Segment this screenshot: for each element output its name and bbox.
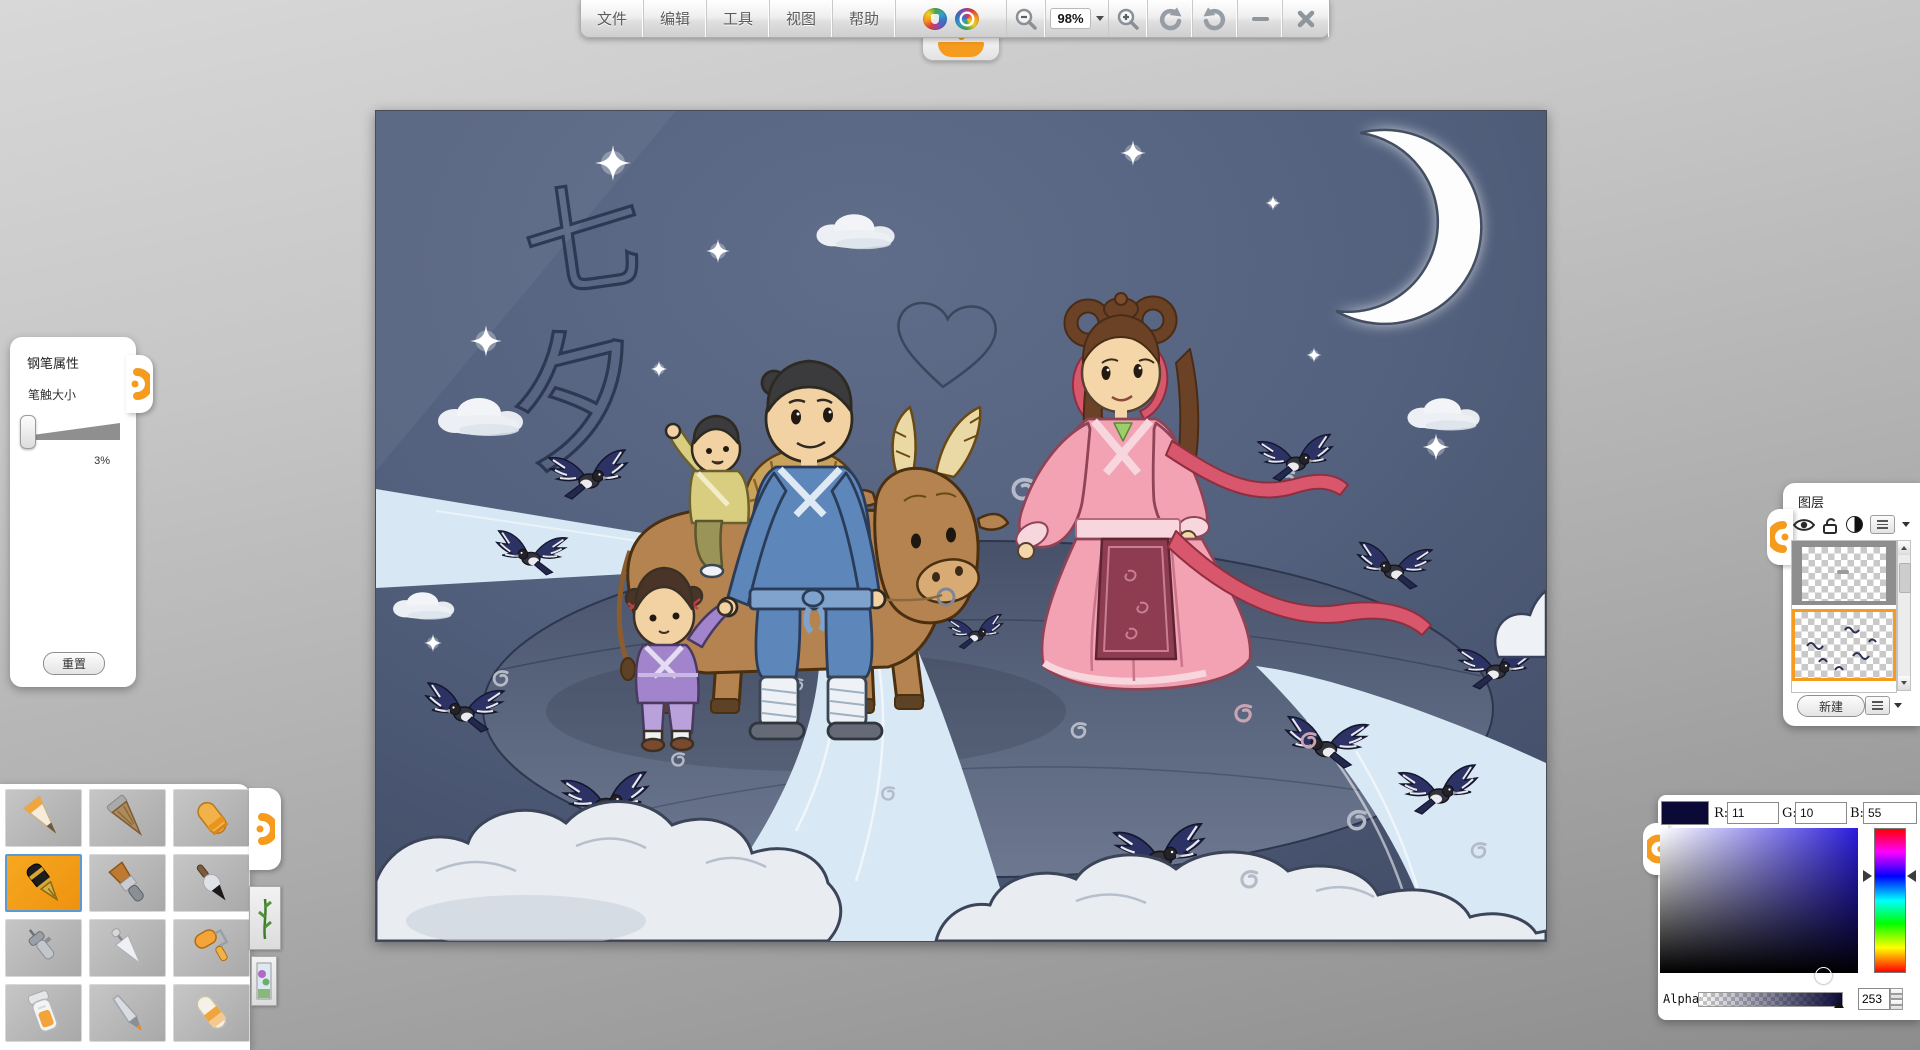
hue-marker-left-icon[interactable] (1863, 870, 1872, 882)
qixi-illustration: 七 夕 (376, 111, 1546, 941)
menu-tools[interactable]: 工具 (707, 0, 770, 37)
new-layer-button[interactable]: 新建 (1797, 695, 1865, 717)
tool-crayon[interactable] (173, 789, 250, 847)
orange-c-handle-icon (255, 812, 275, 846)
app-logo-right-icon (955, 8, 979, 30)
minimize-button[interactable] (1238, 0, 1283, 37)
alpha-spinner (1858, 988, 1904, 1010)
red-input[interactable] (1727, 802, 1779, 824)
layer-list-menu-button[interactable] (1865, 696, 1890, 715)
picture-stamp-button[interactable] (251, 956, 277, 1006)
zoom-dropdown-caret-icon[interactable] (1096, 16, 1104, 21)
menu-file[interactable]: 文件 (581, 0, 644, 37)
layer-item-magpies-selected[interactable] (1792, 609, 1896, 681)
app-logo (896, 0, 1007, 37)
bamboo-icon (256, 893, 274, 943)
bamboo-stamp-button[interactable] (249, 886, 281, 950)
layer-list-menu-caret-icon[interactable] (1894, 703, 1902, 708)
color-picker-panel: R: G: B: Alpha (1658, 795, 1920, 1020)
tool-liner-pen[interactable] (89, 984, 166, 1042)
layers-panel: 图层 新建 (1783, 483, 1920, 726)
pen-panel-title: 钢笔属性 (10, 337, 136, 372)
zoom-level-display[interactable]: 98% (1046, 0, 1109, 37)
brush-size-value: 3% (10, 455, 110, 467)
tool-fountain-pen[interactable] (5, 854, 82, 912)
unlock-padlock-icon[interactable] (1822, 516, 1839, 534)
tool-flat-brush[interactable] (89, 854, 166, 912)
zoom-out-button[interactable] (1007, 0, 1046, 37)
orange-c-handle-icon (130, 368, 150, 400)
scroll-up-button[interactable] (1898, 541, 1910, 555)
layer-list (1791, 540, 1897, 693)
layer-menu-button[interactable] (1870, 515, 1895, 534)
hue-slider[interactable] (1874, 828, 1906, 973)
sketch-char-qi: 七 (514, 166, 652, 320)
close-button[interactable] (1283, 0, 1329, 37)
close-icon (1296, 9, 1316, 29)
undo-button[interactable] (1148, 0, 1193, 37)
brush-size-label: 笔触大小 (10, 372, 136, 403)
layer-scrollbar[interactable] (1897, 540, 1911, 691)
tool-palette (0, 784, 250, 1050)
top-toolbar: 文件 编辑 工具 视图 帮助 98% (580, 0, 1330, 38)
drawing-canvas[interactable]: 七 夕 (375, 110, 1547, 942)
tool-grid (5, 789, 250, 1042)
slider-thumb[interactable] (20, 415, 36, 449)
undo-arrow-icon (1157, 7, 1183, 31)
tool-pencil[interactable] (5, 789, 82, 847)
alpha-increase-button[interactable] (1890, 988, 1903, 999)
alpha-marker-icon[interactable] (1834, 1001, 1844, 1008)
scroll-down-button[interactable] (1898, 676, 1910, 690)
redo-arrow-icon (1202, 7, 1228, 31)
opacity-blend-icon[interactable] (1846, 516, 1863, 533)
tool-palette-knife[interactable] (89, 919, 166, 977)
tool-paint-roller[interactable] (173, 919, 250, 977)
visibility-eye-icon[interactable] (1793, 517, 1815, 533)
reset-button[interactable]: 重置 (43, 652, 105, 675)
brush-size-slider[interactable] (20, 415, 126, 449)
logo-mouth-tab (922, 36, 1000, 61)
alpha-decrease-button[interactable] (1890, 999, 1903, 1010)
zoom-level-value: 98% (1050, 8, 1090, 29)
zoom-in-magnifier-icon (1115, 6, 1141, 32)
blue-label: B: (1850, 806, 1864, 821)
scroll-thumb[interactable] (1899, 563, 1911, 593)
layers-panel-title: 图层 (1783, 483, 1920, 511)
alpha-value-input[interactable] (1858, 988, 1890, 1010)
slider-track[interactable] (28, 423, 120, 440)
alpha-label: Alpha (1663, 992, 1699, 1006)
tool-wood-pencil[interactable] (89, 789, 166, 847)
pen-panel-collapse-handle[interactable] (126, 355, 153, 413)
layer-item-sketch-frame[interactable] (1792, 541, 1896, 605)
tool-ink-brush[interactable] (173, 854, 250, 912)
alpha-slider[interactable] (1698, 992, 1843, 1007)
tool-paint-jar[interactable] (5, 984, 82, 1042)
zoom-in-button[interactable] (1109, 0, 1148, 37)
menu-edit[interactable]: 编辑 (644, 0, 707, 37)
blue-input[interactable] (1863, 802, 1917, 824)
menu-help[interactable]: 帮助 (833, 0, 896, 37)
layer-thumbnail-birds (1795, 612, 1891, 678)
pen-properties-panel: 钢笔属性 笔触大小 3% 重置 (10, 337, 136, 687)
picture-stamp-icon (256, 962, 272, 1000)
orange-c-handle-icon (1770, 521, 1790, 553)
app-logo-left-icon (923, 8, 947, 30)
zoom-out-magnifier-icon (1013, 6, 1039, 32)
green-input[interactable] (1795, 802, 1847, 824)
palette-collapse-handle[interactable] (249, 788, 281, 870)
hue-marker-right-icon[interactable] (1907, 870, 1916, 882)
redo-button[interactable] (1193, 0, 1238, 37)
layers-panel-collapse-handle[interactable] (1767, 509, 1793, 565)
tool-airbrush[interactable] (5, 919, 82, 977)
layer-menu-caret-icon[interactable] (1902, 522, 1910, 527)
logo-smile-icon (938, 42, 984, 57)
tool-eraser[interactable] (173, 984, 250, 1042)
menu-view[interactable]: 视图 (770, 0, 833, 37)
minimize-icon (1252, 17, 1269, 21)
saturation-value-picker[interactable] (1660, 828, 1858, 973)
color-selector-circle[interactable] (1815, 967, 1832, 984)
current-color-swatch (1661, 801, 1709, 825)
